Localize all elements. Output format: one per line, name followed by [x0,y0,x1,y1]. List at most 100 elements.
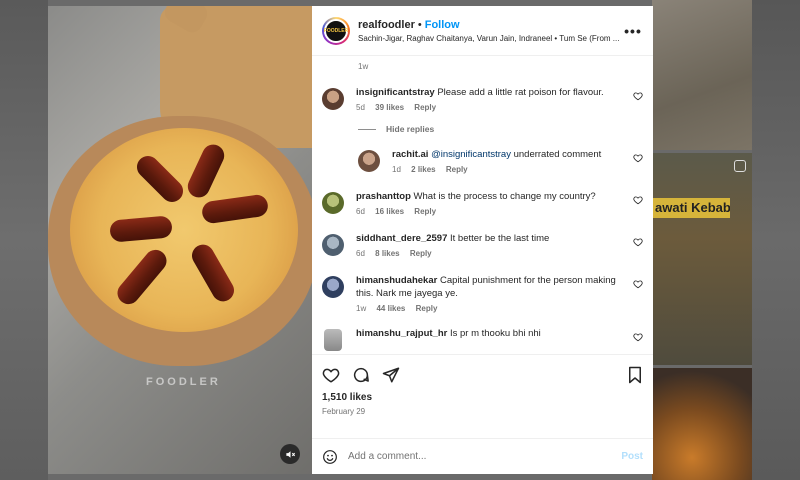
like-heart-icon[interactable] [633,91,643,101]
share-paper-plane-icon[interactable] [382,366,400,384]
header-separator: • [417,18,422,31]
reel-icon [734,160,746,172]
comment-time: 1w [356,304,367,313]
action-row [322,363,643,387]
comment-body: rachit.ai @insignificantstray underrated… [392,148,643,174]
reply-button[interactable]: Reply [414,103,436,112]
commenter-username[interactable]: insignificantstray [356,87,435,98]
author-avatar[interactable]: FOODLER [322,16,350,45]
comment-content: Please add a little rat poison for flavo… [437,87,604,98]
post-likes-count[interactable]: 1,510 likes [322,392,643,403]
commenter-username[interactable]: prashanttop [356,191,411,202]
pizza-image [70,128,298,332]
commenter-username[interactable]: rachit.ai [392,149,428,160]
comment-likes[interactable]: 39 likes [375,103,404,112]
comment-item: himanshudahekar Capital punishment for t… [322,274,643,313]
comment-bubble-icon[interactable] [352,366,370,384]
comment-meta: 6d 16 likes Reply [356,207,625,216]
commenter-username[interactable]: himanshu_rajput_hr [356,328,447,339]
commenter-username[interactable]: himanshudahekar [356,275,437,286]
comment-meta: 1w 44 likes Reply [356,304,625,313]
comment-text: insignificantstray Please add a little r… [356,86,625,99]
comment-body: prashanttop What is the process to chang… [356,190,643,216]
media-watermark: FOODLER [146,376,221,388]
reply-button[interactable]: Reply [446,165,468,174]
divider-line [358,128,376,130]
like-heart-icon[interactable] [633,279,643,289]
reply-button[interactable]: Reply [410,249,432,258]
background-overlay-label: awati Kebab [652,198,730,218]
comment-text: himanshudahekar Capital punishment for t… [356,274,625,300]
post-date: February 29 [322,407,366,416]
comment-text: siddhant_dere_2597 It better be the last… [356,232,625,245]
comment-item: insignificantstray Please add a little r… [322,86,643,112]
bookmark-icon[interactable] [627,366,643,384]
background-left-strip [0,0,48,480]
comment-likes[interactable]: 8 likes [375,249,399,258]
comment-text: prashanttop What is the process to chang… [356,190,625,203]
comment-item: siddhant_dere_2597 It better be the last… [322,232,643,258]
comment-likes[interactable]: 2 likes [411,165,435,174]
comments-list[interactable]: 1w insignificantstray Please add a littl… [312,56,653,354]
hide-replies-button[interactable]: Hide replies [358,122,643,136]
commenter-username[interactable]: siddhant_dere_2597 [356,233,447,244]
like-heart-icon[interactable] [633,195,643,205]
comment-body: siddhant_dere_2597 It better be the last… [356,232,643,258]
commenter-avatar[interactable] [322,192,344,214]
audio-attribution[interactable]: Sachin-Jigar, Raghav Chaitanya, Varun Ja… [358,34,623,43]
author-username[interactable]: realfoodler [358,19,415,31]
like-heart-icon[interactable] [633,237,643,247]
comment-time: 1d [392,165,401,174]
sausage-image [184,140,228,202]
post-media[interactable]: FOODLER [48,6,312,474]
speaker-muted-icon [285,450,295,458]
like-heart-icon[interactable] [633,153,643,163]
sausage-image [200,193,270,225]
commenter-avatar[interactable] [322,276,344,298]
background-right-strip [752,0,800,480]
comment-time: 5d [356,103,365,112]
follow-button[interactable]: Follow [425,19,460,31]
mute-button[interactable] [280,444,300,464]
sausage-image [187,240,239,306]
header-line: realfoodler • Follow [358,19,623,31]
comment-body: insignificantstray Please add a little r… [356,86,643,112]
hide-replies-label: Hide replies [386,124,435,134]
background-post-thumbnail[interactable] [652,0,752,150]
more-options-button[interactable]: ••• [623,23,643,39]
emoji-icon[interactable] [322,449,338,465]
comment-content: underrated comment [510,149,602,160]
comment-meta: 1d 2 likes Reply [392,165,625,174]
sausage-image [132,151,188,207]
comment-likes[interactable]: 44 likes [376,304,405,313]
sausage-image [109,215,173,243]
like-heart-icon[interactable] [322,366,340,384]
comment-mention[interactable]: @insignificantstray [431,149,511,160]
reply-button[interactable]: Reply [416,304,438,313]
commenter-avatar[interactable] [322,88,344,110]
comment-content: What is the process to change my country… [413,191,596,202]
comment-content: It better be the last time [450,233,550,244]
post-actions: 1,510 likes February 29 [312,354,653,438]
comment-text: rachit.ai @insignificantstray underrated… [392,148,625,161]
post-comment-button[interactable]: Post [621,451,643,462]
header-text: realfoodler • Follow Sachin-Jigar, Raghav … [358,19,623,43]
comment-likes[interactable]: 16 likes [375,207,404,216]
commenter-avatar[interactable] [322,234,344,256]
more-horizontal-icon: ••• [624,22,642,39]
comment-text: himanshu_rajput_hr Is pr m thooku bhi nh… [356,327,625,340]
comment-meta: 6d 8 likes Reply [356,249,625,258]
add-comment-bar: Post [312,438,653,474]
reply-button[interactable]: Reply [414,207,436,216]
commenter-avatar[interactable] [358,150,380,172]
post-header: FOODLER realfoodler • Follow Sachin-Jigar,… [312,6,653,56]
like-heart-icon[interactable] [633,332,643,342]
comment-item: himanshu_rajput_hr Is pr m thooku bhi nh… [322,327,643,351]
caption-timestamp: 1w [358,62,369,71]
background-post-thumbnail[interactable] [652,368,752,480]
background-post-thumbnail[interactable] [652,153,752,365]
comment-body: himanshu_rajput_hr Is pr m thooku bhi nh… [356,327,643,340]
post-panel: FOODLER realfoodler • Follow Sachin-Jigar,… [312,6,653,474]
commenter-avatar[interactable] [324,329,342,351]
comment-input[interactable] [348,451,622,462]
